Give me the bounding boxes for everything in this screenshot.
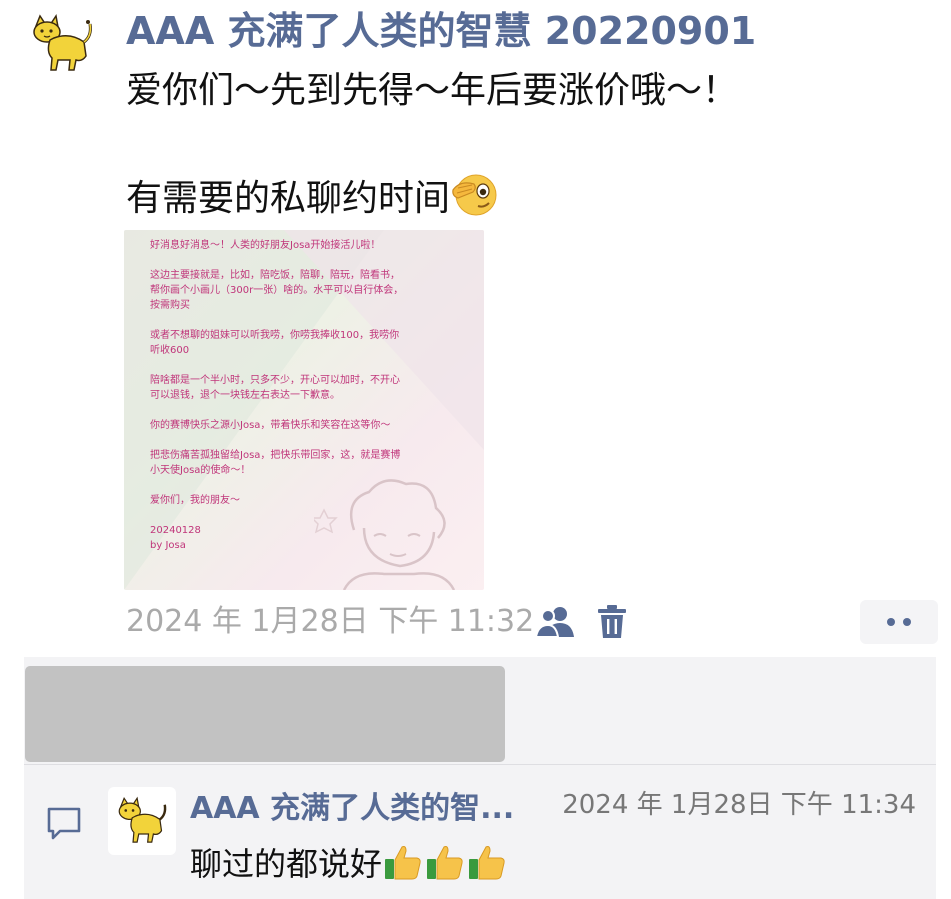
thumbs-up-icon [427, 846, 463, 880]
more-dot [903, 618, 911, 626]
comment-timestamp: 2024 年 1月28日 下午 11:34 [562, 790, 916, 820]
trash-icon[interactable] [596, 604, 628, 640]
thumbs-up-emojis [384, 843, 506, 881]
thumbs-up-icon [385, 846, 421, 880]
comment-icon [47, 807, 81, 840]
redacted-likes-area [25, 666, 505, 762]
post-author-name[interactable]: AAA 充满了人类的智慧 20220901 [126, 6, 756, 56]
comment-text-content: 聊过的都说好 [190, 845, 383, 883]
cat-icon [118, 796, 167, 843]
more-dots-icon[interactable] [860, 600, 938, 644]
people-icon[interactable] [536, 605, 576, 639]
comment-avatar[interactable] [108, 787, 176, 855]
post-text-content: 爱你们～先到先得～年后要涨价哦～！ 有需要的私聊约时间 [126, 70, 739, 219]
avatar[interactable] [30, 12, 94, 76]
comment-divider [24, 764, 936, 765]
cat-icon [33, 14, 92, 71]
post-image[interactable]: 好消息好消息～！人类的好朋友Josa开始接活儿啦！ 这边主要接就是，比如，陪吃饭… [124, 230, 484, 590]
comment-panel: AAA 充满了人类的智... 2024 年 1月28日 下午 11:34 聊过的… [24, 657, 936, 899]
more-dot [887, 618, 895, 626]
post-timestamp: 2024 年 1月28日 下午 11:32 [126, 604, 535, 639]
post-meta-row: 2024 年 1月28日 下午 11:32 [126, 600, 946, 644]
thumbs-up-icon [469, 846, 505, 880]
comment-author-name[interactable]: AAA 充满了人类的智... [190, 789, 514, 829]
cartoon-sketch-illustration [314, 479, 456, 590]
comment-text: 聊过的都说好 [190, 841, 506, 887]
post-text: 爱你们～先到先得～年后要涨价哦～！ 有需要的私聊约时间 [126, 64, 926, 226]
face-with-hand-over-eye-icon [452, 174, 497, 216]
